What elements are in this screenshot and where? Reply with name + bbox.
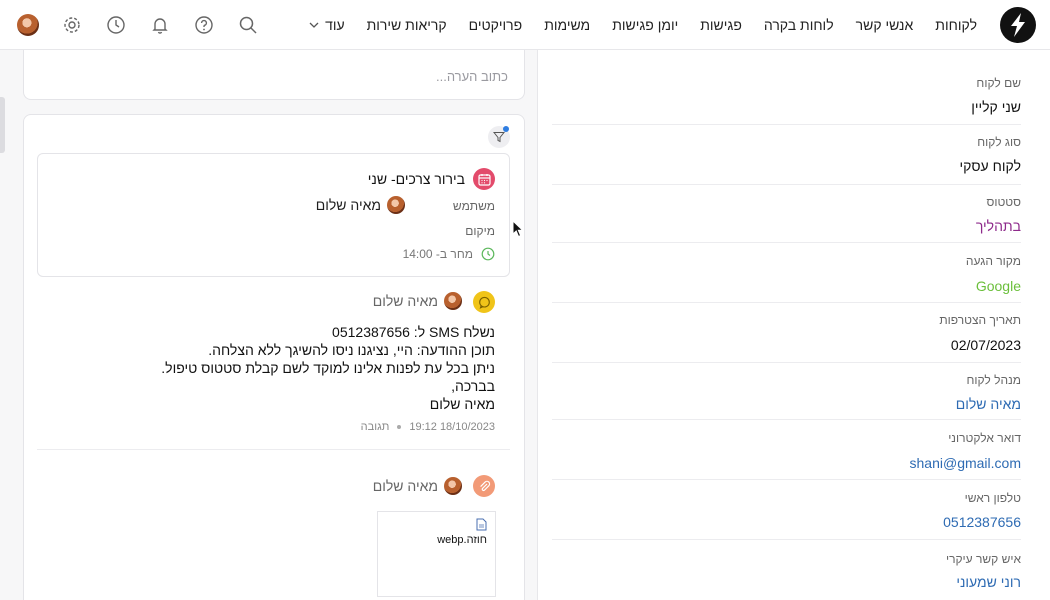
field-value[interactable]: לקוח עסקי <box>959 158 1021 174</box>
search-icon[interactable] <box>236 13 260 37</box>
field-value[interactable]: shani@gmail.com <box>910 455 1021 471</box>
user-avatar[interactable] <box>16 13 40 37</box>
meeting-user[interactable]: מאיה שלום <box>316 196 405 214</box>
calendar-icon <box>473 168 495 190</box>
help-icon[interactable] <box>192 13 216 37</box>
file-name: חוזה.webp <box>437 534 487 546</box>
sms-author-name: מאיה שלום <box>372 293 438 309</box>
app-logo[interactable] <box>1000 7 1036 43</box>
chevron-down-icon <box>309 22 319 28</box>
sms-timestamp: 18/10/2023 19:12 <box>409 421 495 433</box>
attachment-author[interactable]: מאיה שלום <box>373 477 462 495</box>
reply-link[interactable]: תגובה <box>361 421 390 433</box>
filter-active-dot <box>503 126 509 132</box>
meeting-user-label: משתמש <box>452 199 495 213</box>
customer-details-panel: שם לקוח שני קליין סוג לקוח לקוח עסקי סטט… <box>537 50 1050 600</box>
field-value[interactable]: 0512387656 <box>943 514 1021 530</box>
file-icon <box>476 518 487 531</box>
file-card[interactable]: חוזה.webp <box>377 511 496 597</box>
field-label: תאריך הצטרפות <box>939 313 1021 327</box>
field-status: סטטוס בתהליך <box>552 185 1021 243</box>
nav-dashboards[interactable]: לוחות בקרה <box>753 17 845 33</box>
field-join-date: תאריך הצטרפות 02/07/2023 <box>552 303 1021 363</box>
field-customer-type: סוג לקוח לקוח עסקי <box>552 125 1021 185</box>
feed-divider <box>37 449 510 450</box>
gear-icon[interactable] <box>60 13 84 37</box>
field-value[interactable]: בתהליך <box>976 218 1021 234</box>
avatar <box>387 196 405 214</box>
field-label: מקור הגעה <box>965 254 1021 268</box>
top-bar: לקוחות אנשי קשר לוחות בקרה פגישות יומן פ… <box>0 0 1050 50</box>
meta-separator <box>397 425 402 429</box>
field-label: מנהל לקוח <box>966 373 1021 387</box>
mouse-cursor-icon <box>512 220 524 238</box>
clock-icon <box>481 247 495 261</box>
field-label: טלפון ראשי <box>964 491 1021 505</box>
nav-more-menu[interactable]: עוד <box>298 17 356 33</box>
meeting-user-name: מאיה שלום <box>315 197 381 213</box>
avatar <box>444 477 462 495</box>
nav-more-label: עוד <box>325 17 345 33</box>
field-value[interactable]: 02/07/2023 <box>951 337 1021 353</box>
field-lead-source: מקור הגעה Google <box>552 243 1021 303</box>
sms-line: נשלח SMS ל: 0512387656 <box>332 324 495 340</box>
sms-line: תוכן ההודעה: היי, נציגנו ניסו להשיגך ללא… <box>208 342 495 358</box>
bell-icon[interactable] <box>148 13 172 37</box>
sms-line: מאיה שלום <box>429 396 495 412</box>
meeting-time-text: מחר ב- 14:00 <box>402 247 473 261</box>
field-phone: טלפון ראשי 0512387656 <box>552 480 1021 540</box>
sms-line: ניתן בכל עת לפנות אלינו למוקד לשם קבלת ס… <box>161 360 495 376</box>
meeting-time: מחר ב- 14:00 <box>403 247 495 261</box>
field-label: שם לקוח <box>976 76 1021 90</box>
field-value[interactable]: שני קליין <box>971 99 1021 115</box>
sms-author[interactable]: מאיה שלום <box>373 292 462 310</box>
logo-bolt-icon <box>1011 13 1025 37</box>
nav-calendar[interactable]: יומן פגישות <box>601 17 689 33</box>
comment-input[interactable]: כתוב הערה... <box>23 50 525 100</box>
field-label: דואר אלקטרוני <box>948 431 1021 445</box>
field-customer-name: שם לקוח שני קליין <box>552 67 1021 125</box>
clock-icon[interactable] <box>104 13 128 37</box>
sms-line: בברכה, <box>451 378 495 394</box>
nav-meetings[interactable]: פגישות <box>689 17 753 33</box>
field-primary-contact: איש קשר עיקרי רוני שמעוני <box>552 540 1021 600</box>
sms-content: נשלח SMS ל: 0512387656 תוכן ההודעה: היי,… <box>161 323 495 413</box>
toolbar-icons <box>16 13 260 37</box>
attachment-author-name: מאיה שלום <box>372 478 438 494</box>
field-label: סוג לקוח <box>977 135 1021 149</box>
field-account-manager: מנהל לקוח מאיה שלום <box>552 363 1021 420</box>
nav-service-calls[interactable]: קריאות שירות <box>356 17 458 33</box>
nav-projects[interactable]: פרויקטים <box>458 17 534 33</box>
field-value[interactable]: Google <box>976 278 1021 294</box>
meeting-card[interactable]: בירור צרכים- שני משתמש מאיה שלום מיקום מ… <box>37 153 510 277</box>
field-label: איש קשר עיקרי <box>945 552 1021 566</box>
side-drawer-handle[interactable] <box>0 97 5 153</box>
comment-placeholder: כתוב הערה... <box>435 69 508 84</box>
meeting-title[interactable]: בירור צרכים- שני <box>368 171 465 187</box>
activity-feed: בירור צרכים- שני משתמש מאיה שלום מיקום מ… <box>23 114 525 600</box>
activity-panel: כתוב הערה... בירור צרכים- שני משתמש מאיה… <box>0 50 537 600</box>
nav-tasks[interactable]: משימות <box>533 17 601 33</box>
main-nav: לקוחות אנשי קשר לוחות בקרה פגישות יומן פ… <box>298 0 988 50</box>
field-value[interactable]: רוני שמעוני <box>956 574 1021 590</box>
sms-meta: 18/10/2023 19:12 תגובה <box>361 421 495 433</box>
nav-contacts[interactable]: אנשי קשר <box>845 17 925 33</box>
field-email: דואר אלקטרוני shani@gmail.com <box>552 420 1021 480</box>
filter-icon <box>493 132 505 143</box>
avatar <box>444 292 462 310</box>
filter-button[interactable] <box>488 126 510 148</box>
field-value[interactable]: מאיה שלום <box>956 396 1021 412</box>
paperclip-icon <box>473 475 495 497</box>
sms-icon <box>473 291 495 313</box>
field-label: סטטוס <box>986 195 1021 209</box>
meeting-location-label: מיקום <box>465 224 495 238</box>
nav-customers[interactable]: לקוחות <box>924 17 988 33</box>
